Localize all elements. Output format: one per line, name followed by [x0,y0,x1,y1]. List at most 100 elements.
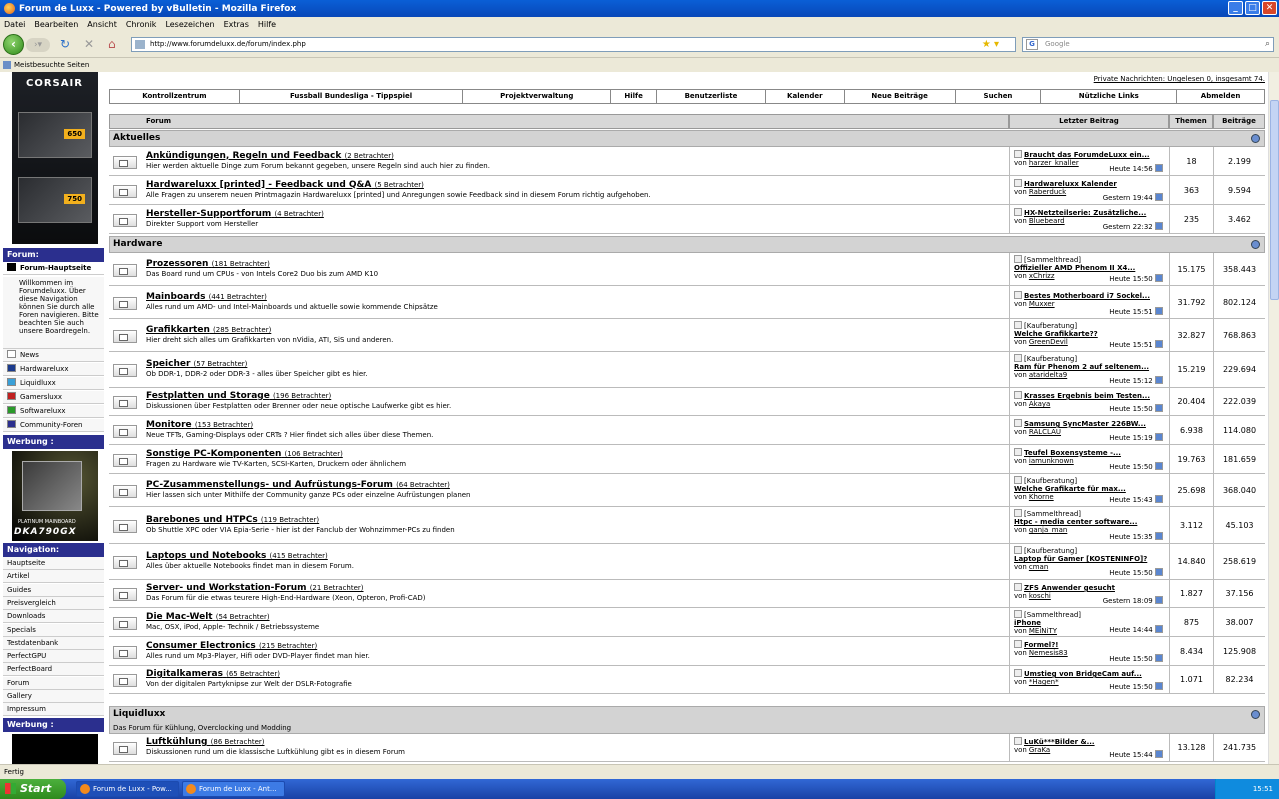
goto-last-post-icon[interactable] [1155,404,1163,412]
last-post-link[interactable]: Offizieller AMD Phenom II X4... [1014,264,1164,272]
last-post-title[interactable]: Umstieg von BridgeCam auf... [1024,670,1142,678]
last-post-link[interactable]: Ram für Phenom 2 auf seltenem... [1014,363,1164,371]
forum-title[interactable]: Digitalkameras [146,669,223,679]
ad-banner[interactable] [12,734,98,764]
menu-extras[interactable]: Extras [224,20,249,29]
forum-title[interactable]: Consumer Electronics [146,641,256,651]
menu-bearbeiten[interactable]: Bearbeiten [34,20,78,29]
goto-last-post-icon[interactable] [1155,164,1163,172]
nav-link-downloads[interactable]: Downloads [3,610,104,624]
last-post-title[interactable]: Offizieller AMD Phenom II X4... [1014,264,1135,272]
corsair-ad-banner[interactable]: CORSAIR 650 750 [12,72,98,244]
collapse-icon[interactable] [1251,710,1260,719]
goto-last-post-icon[interactable] [1155,625,1163,633]
nav-link-perfectgpu[interactable]: PerfectGPU [3,650,104,664]
author-link[interactable]: ganja_man [1029,526,1067,534]
sidebar-item-community-foren[interactable]: Community-Foren [3,419,104,432]
stop-icon[interactable]: ✕ [84,38,94,50]
vertical-scrollbar[interactable] [1268,72,1279,764]
nav-hilfe[interactable]: Hilfe [611,90,658,103]
forum-title-link[interactable]: Sonstige PC-Komponenten (106 Betrachter) [146,449,343,459]
goto-last-post-icon[interactable] [1155,340,1163,348]
last-post-link[interactable]: Krasses Ergebnis beim Testen... [1014,391,1164,400]
forum-title[interactable]: Hardwareluxx [printed] - Feedback und Q&… [146,180,371,190]
menu-ansicht[interactable]: Ansicht [87,20,117,29]
search-input[interactable]: G Google ⌕ [1022,37,1274,52]
goto-last-post-icon[interactable] [1155,654,1163,662]
author-link[interactable]: Nemesis83 [1029,649,1068,657]
menu-datei[interactable]: Datei [4,20,25,29]
category-title[interactable]: Liquidluxx [113,709,165,719]
nav-tippspiel[interactable]: Fussball Bundesliga - Tippspiel [239,90,464,103]
forum-title[interactable]: Grafikkarten [146,325,210,335]
goto-last-post-icon[interactable] [1155,495,1163,503]
goto-last-post-icon[interactable] [1155,307,1163,315]
author-link[interactable]: ataridelta9 [1029,371,1067,379]
nav-link-impressum[interactable]: Impressum [3,703,104,717]
last-post-link[interactable]: Welche Grafikkarte?? [1014,330,1164,338]
url-bar[interactable]: http://www.forumdeluxx.de/forum/index.ph… [131,37,1016,52]
nav-link-forum[interactable]: Forum [3,676,104,690]
forum-title-link[interactable]: Digitalkameras (65 Betrachter) [146,669,280,679]
author-link[interactable]: GraKa [1029,746,1050,754]
home-icon[interactable]: ⌂ [108,38,116,50]
forum-title[interactable]: Mainboards [146,292,205,302]
menu-chronik[interactable]: Chronik [126,20,157,29]
forum-title[interactable]: Sonstige PC-Komponenten [146,449,281,459]
last-post-title[interactable]: LuKü***Bilder &... [1024,738,1095,746]
collapse-icon[interactable] [1251,134,1260,143]
forum-title-link[interactable]: Server- und Workstation-Forum (21 Betrac… [146,583,364,593]
last-post-link[interactable]: Laptop für Gamer [KOSTENINFO]? [1014,555,1164,563]
nav-link-gallery[interactable]: Gallery [3,690,104,703]
forum-title[interactable]: PC-Zusammenstellungs- und Aufrüstungs-Fo… [146,480,393,490]
forward-button[interactable]: ›▾ [26,38,50,52]
author-link[interactable]: harzer_knaller [1029,159,1079,167]
forum-title[interactable]: Server- und Workstation-Forum [146,583,307,593]
forum-title[interactable]: Monitore [146,420,192,430]
maximize-button[interactable]: □ [1245,1,1260,15]
last-post-title[interactable]: Welche Grafikkarte?? [1014,330,1098,338]
goto-last-post-icon[interactable] [1155,568,1163,576]
forum-title-link[interactable]: Laptops und Notebooks (415 Betrachter) [146,551,328,561]
author-link[interactable]: iamunknown [1029,457,1074,465]
author-link[interactable]: Bluebeard [1029,217,1065,225]
last-post-link[interactable]: LuKü***Bilder &... [1014,737,1164,746]
nav-link-guides[interactable]: Guides [3,583,104,597]
forum-title[interactable]: Speicher [146,359,190,369]
forum-title[interactable]: Festplatten und Storage [146,391,270,401]
sidebar-item-news[interactable]: News [3,349,104,362]
forum-title-link[interactable]: Ankündigungen, Regeln und Feedback (2 Be… [146,151,394,161]
last-post-title[interactable]: Teufel Boxensysteme -... [1024,449,1121,457]
last-post-title[interactable]: Krasses Ergebnis beim Testen... [1024,392,1150,400]
author-link[interactable]: MEiNiTY [1029,627,1057,635]
author-link[interactable]: koschi [1029,592,1051,600]
author-link[interactable]: Akaya [1029,400,1050,408]
nav-abmelden[interactable]: Abmelden [1177,90,1265,103]
back-button[interactable]: ‹ [3,34,24,55]
nav-link-specials[interactable]: Specials [3,623,104,637]
forum-title[interactable]: Laptops und Notebooks [146,551,266,561]
nav-nuetzliche-links[interactable]: Nützliche Links [1041,90,1178,103]
author-link[interactable]: RALCLAU [1029,428,1061,436]
last-post-link[interactable]: Samsung SyncMaster 226BW... [1014,419,1164,428]
menu-lesezeichen[interactable]: Lesezeichen [165,20,214,29]
nav-kalender[interactable]: Kalender [765,90,845,103]
forum-title-link[interactable]: Mainboards (441 Betrachter) [146,292,267,302]
goto-last-post-icon[interactable] [1155,222,1163,230]
collapse-icon[interactable] [1251,240,1260,249]
author-link[interactable]: Khorne [1029,493,1054,501]
forum-title-link[interactable]: Luftkühlung (86 Betrachter) [146,737,265,747]
category-title[interactable]: Hardware [113,239,162,249]
goto-last-post-icon[interactable] [1155,462,1163,470]
forum-title[interactable]: Hersteller-Supportforum [146,209,271,219]
nav-link-perfectboard[interactable]: PerfectBoard [3,663,104,677]
goto-last-post-icon[interactable] [1155,376,1163,384]
category-header[interactable]: Liquidluxx Das Forum für Kühlung, Overclo… [109,706,1265,734]
last-post-title[interactable]: Htpc - media center software... [1014,518,1137,526]
forum-title-link[interactable]: Monitore (153 Betrachter) [146,420,253,430]
author-link[interactable]: xChrizz [1029,272,1055,280]
start-button[interactable]: Start [0,779,66,799]
nav-link-artikel[interactable]: Artikel [3,570,104,584]
author-link[interactable]: Muxxer [1029,300,1055,308]
forum-title-link[interactable]: Prozessoren (181 Betrachter) [146,259,270,269]
